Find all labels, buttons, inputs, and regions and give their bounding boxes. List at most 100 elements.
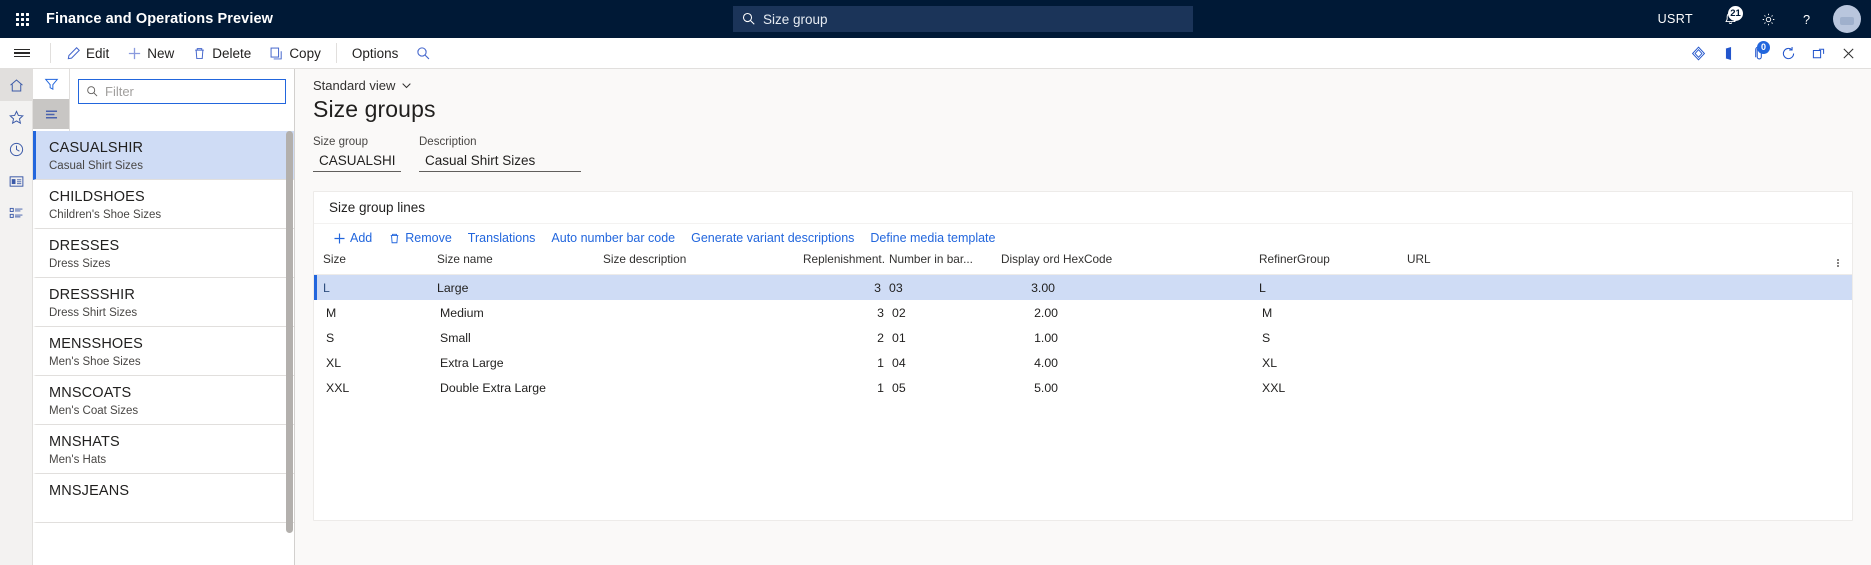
cell-replenishment[interactable]: 2: [802, 331, 888, 345]
list-item[interactable]: MNSJEANS: [33, 474, 294, 523]
cell-display-order[interactable]: 4.00: [1000, 356, 1062, 370]
settings-button[interactable]: [1749, 0, 1787, 38]
edit-button[interactable]: Edit: [57, 38, 118, 68]
list-item[interactable]: DRESSSHIR Dress Shirt Sizes: [33, 278, 294, 327]
list-item[interactable]: CHILDSHOES Children's Shoe Sizes: [33, 180, 294, 229]
filter-box[interactable]: [78, 79, 286, 104]
open-in-new-window-icon[interactable]: [1803, 38, 1833, 68]
close-icon[interactable]: [1833, 38, 1863, 68]
translations-button[interactable]: Translations: [460, 226, 544, 251]
plus-icon: [333, 232, 346, 245]
cell-refiner-group[interactable]: XXL: [1258, 381, 1406, 395]
cell-size-name[interactable]: Large: [433, 281, 599, 295]
list-item-code: CASUALSHIR: [49, 138, 294, 158]
sidebar-item-modules[interactable]: [0, 197, 32, 229]
cell-replenishment[interactable]: 1: [802, 381, 888, 395]
column-header-url[interactable]: URL: [1403, 252, 1852, 266]
scrollbar-thumb[interactable]: [286, 131, 293, 533]
copy-button[interactable]: Copy: [260, 38, 330, 68]
new-button[interactable]: New: [118, 38, 183, 68]
cell-display-order[interactable]: 3.00: [997, 281, 1059, 295]
cell-refiner-group[interactable]: XL: [1258, 356, 1406, 370]
list-item[interactable]: MNSHATS Men's Hats: [33, 425, 294, 474]
list-item[interactable]: MENSSHOES Men's Shoe Sizes: [33, 327, 294, 376]
table-row[interactable]: L Large 3 03 3.00 L: [314, 275, 1852, 300]
cell-size[interactable]: M: [322, 306, 436, 320]
table-row[interactable]: XL Extra Large 1 04 4.00 XL: [314, 350, 1852, 375]
column-header-size-name[interactable]: Size name: [433, 252, 599, 266]
sidebar-item-home[interactable]: [0, 69, 32, 101]
refresh-icon[interactable]: [1773, 38, 1803, 68]
attachment-icon[interactable]: 0: [1743, 38, 1773, 68]
sidebar-item-workspaces[interactable]: [0, 165, 32, 197]
help-button[interactable]: ?: [1787, 0, 1825, 38]
cell-replenishment[interactable]: 3: [802, 306, 888, 320]
cell-number-in-bar[interactable]: 02: [888, 306, 1000, 320]
list-item[interactable]: DRESSES Dress Sizes: [33, 229, 294, 278]
attachment-count-badge: 0: [1757, 41, 1770, 54]
cell-replenishment[interactable]: 3: [799, 281, 885, 295]
column-header-refiner-group[interactable]: RefinerGroup: [1255, 252, 1403, 266]
cell-replenishment[interactable]: 1: [802, 356, 888, 370]
cell-size-name[interactable]: Extra Large: [436, 356, 602, 370]
add-button[interactable]: Add: [325, 226, 380, 251]
global-search-input[interactable]: Size group: [733, 6, 1193, 32]
cell-refiner-group[interactable]: L: [1255, 281, 1403, 295]
list-item[interactable]: CASUALSHIR Casual Shirt Sizes: [33, 131, 294, 180]
cell-size[interactable]: S: [322, 331, 436, 345]
generate-variant-descriptions-button[interactable]: Generate variant descriptions: [683, 226, 862, 251]
filter-input[interactable]: [105, 84, 278, 99]
sidebar-item-recent[interactable]: [0, 133, 32, 165]
size-group-list[interactable]: CASUALSHIR Casual Shirt Sizes CHILDSHOES…: [33, 131, 294, 565]
avatar[interactable]: [1833, 5, 1861, 33]
office-app-icon[interactable]: [1713, 38, 1743, 68]
cell-size-name[interactable]: Double Extra Large: [436, 381, 602, 395]
cell-number-in-bar[interactable]: 03: [885, 281, 997, 295]
cell-size[interactable]: XXL: [322, 381, 436, 395]
remove-button[interactable]: Remove: [380, 226, 460, 251]
column-header-size-description[interactable]: Size description: [599, 252, 799, 266]
field-size-group: Size group: [313, 136, 401, 172]
cell-size-name[interactable]: Medium: [436, 306, 602, 320]
column-header-size[interactable]: Size: [319, 252, 433, 266]
table-row[interactable]: S Small 2 01 1.00 S: [314, 325, 1852, 350]
define-media-template-button[interactable]: Define media template: [862, 226, 1003, 251]
company-selector[interactable]: USRT: [1658, 12, 1693, 26]
cell-display-order[interactable]: 5.00: [1000, 381, 1062, 395]
cell-number-in-bar[interactable]: 05: [888, 381, 1000, 395]
cell-number-in-bar[interactable]: 01: [888, 331, 1000, 345]
table-row[interactable]: M Medium 3 02 2.00 M: [314, 300, 1852, 325]
office-diamond-icon[interactable]: [1683, 38, 1713, 68]
table-row[interactable]: XXL Double Extra Large 1 05 5.00 XXL: [314, 375, 1852, 400]
cell-refiner-group[interactable]: M: [1258, 306, 1406, 320]
list-view-button[interactable]: [33, 99, 69, 129]
options-button[interactable]: Options: [343, 38, 408, 68]
list-pane-scrollbar[interactable]: [286, 131, 293, 565]
size-group-input[interactable]: [313, 150, 401, 172]
cell-size[interactable]: L: [319, 281, 433, 295]
app-launcher-icon[interactable]: [0, 0, 44, 38]
delete-button[interactable]: Delete: [183, 38, 260, 68]
column-header-hexcode[interactable]: HexCode: [1059, 252, 1255, 266]
cell-size-name[interactable]: Small: [436, 331, 602, 345]
notifications-button[interactable]: 21: [1711, 0, 1749, 38]
pencil-icon: [66, 46, 81, 61]
cell-display-order[interactable]: 1.00: [1000, 331, 1062, 345]
page-search-button[interactable]: [407, 38, 445, 68]
overflow-menu-icon[interactable]: [1831, 252, 1845, 274]
filter-pane-button[interactable]: [33, 69, 69, 99]
auto-number-bar-code-button[interactable]: Auto number bar code: [543, 226, 683, 251]
column-header-display-order[interactable]: Display order: [997, 252, 1059, 266]
sidebar-item-favorites[interactable]: [0, 101, 32, 133]
auto-number-bar-code-label: Auto number bar code: [551, 231, 675, 245]
list-item[interactable]: MNSCOATS Men's Coat Sizes: [33, 376, 294, 425]
cell-size[interactable]: XL: [322, 356, 436, 370]
cell-number-in-bar[interactable]: 04: [888, 356, 1000, 370]
hamburger-menu-icon[interactable]: [0, 38, 44, 68]
cell-refiner-group[interactable]: S: [1258, 331, 1406, 345]
cell-display-order[interactable]: 2.00: [1000, 306, 1062, 320]
view-selector[interactable]: Standard view: [313, 78, 412, 93]
column-header-replenishment[interactable]: Replenishment...: [799, 252, 885, 266]
description-input[interactable]: [419, 150, 581, 172]
column-header-number-in-bar[interactable]: Number in bar...: [885, 252, 997, 266]
